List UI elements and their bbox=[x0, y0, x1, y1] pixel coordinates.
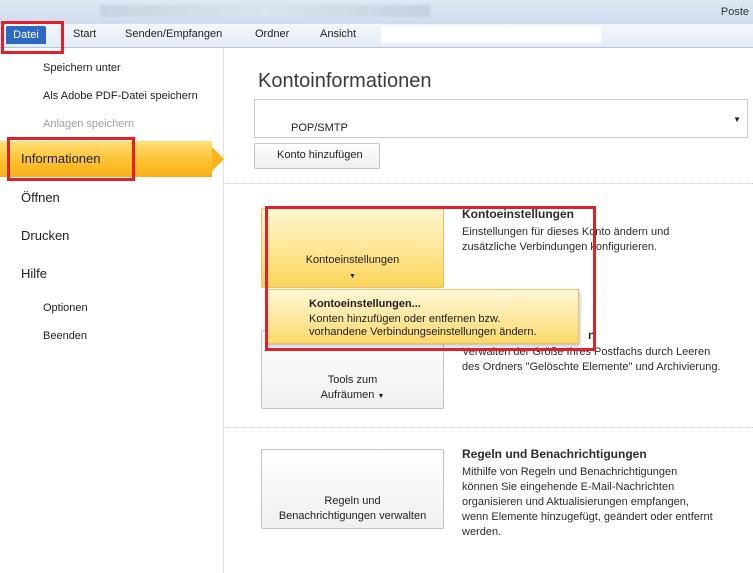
nav-drucken[interactable]: Drucken bbox=[21, 228, 69, 243]
add-account-button[interactable]: Konto hinzufügen bbox=[254, 143, 380, 169]
page-title: Kontoinformationen bbox=[258, 70, 432, 92]
add-account-label: Konto hinzufügen bbox=[277, 149, 363, 161]
divider bbox=[224, 183, 753, 184]
highlight-box-informationen bbox=[7, 137, 135, 181]
nav-speichern-unter[interactable]: Speichern unter bbox=[43, 62, 121, 74]
account-select-value: POP/SMTP bbox=[291, 122, 348, 134]
app-title: Poste bbox=[720, 6, 749, 18]
title-bar: Poste bbox=[0, 0, 753, 24]
rules-button-label-2: Benachrichtigungen verwalten bbox=[278, 510, 427, 522]
rules-desc-3: organisieren und Aktualisierungen empfan… bbox=[462, 496, 689, 508]
nav-hilfe[interactable]: Hilfe bbox=[21, 266, 47, 281]
divider bbox=[224, 427, 753, 428]
tab-senden-empfangen[interactable]: Senden/Empfangen bbox=[125, 28, 222, 40]
rules-desc-2: können Sie eingehende E-Mail-Nachrichten bbox=[462, 481, 675, 493]
rules-desc-4: wenn Elemente hinzugefügt, geändert oder… bbox=[462, 511, 713, 523]
cleanup-tools-label-2: Aufräumen ▼ bbox=[320, 389, 385, 401]
dropdown-arrow-icon: ▼ bbox=[733, 115, 741, 124]
rules-title: Regeln und Benachrichtigungen bbox=[462, 447, 647, 461]
backstage-nav: Speichern unter Als Adobe PDF-Datei spei… bbox=[0, 48, 224, 573]
nav-beenden[interactable]: Beenden bbox=[43, 330, 87, 342]
account-select[interactable]: POP/SMTP ▼ bbox=[254, 99, 748, 138]
nav-oeffnen[interactable]: Öffnen bbox=[21, 190, 60, 205]
nav-optionen[interactable]: Optionen bbox=[43, 302, 88, 314]
ribbon-tab-bar: Datei Start Senden/Empfangen Ordner Ansi… bbox=[0, 24, 753, 48]
rules-button[interactable]: Regeln und Benachrichtigungen verwalten bbox=[261, 449, 444, 529]
tab-start[interactable]: Start bbox=[73, 28, 96, 40]
highlight-box-datei bbox=[1, 21, 64, 54]
rules-button-label-1: Regeln und bbox=[324, 495, 381, 507]
tab-ordner[interactable]: Ordner bbox=[255, 28, 289, 40]
redacted-area bbox=[381, 27, 601, 43]
blurred-window-title bbox=[100, 5, 430, 17]
rules-desc-5: werden. bbox=[462, 526, 502, 538]
nav-anlagen-speichern: Anlagen speichern bbox=[43, 118, 135, 130]
cleanup-desc-2: des Ordners "Gelöschte Elemente" und Arc… bbox=[462, 361, 721, 373]
cleanup-tools-label-1: Tools zum bbox=[327, 374, 378, 386]
rules-desc-1: Mithilfe von Regeln und Benachrichtigung… bbox=[462, 466, 678, 478]
tab-ansicht[interactable]: Ansicht bbox=[320, 28, 356, 40]
highlight-box-account-settings bbox=[265, 206, 596, 351]
nav-als-pdf-speichern[interactable]: Als Adobe PDF-Datei speichern bbox=[43, 90, 198, 102]
